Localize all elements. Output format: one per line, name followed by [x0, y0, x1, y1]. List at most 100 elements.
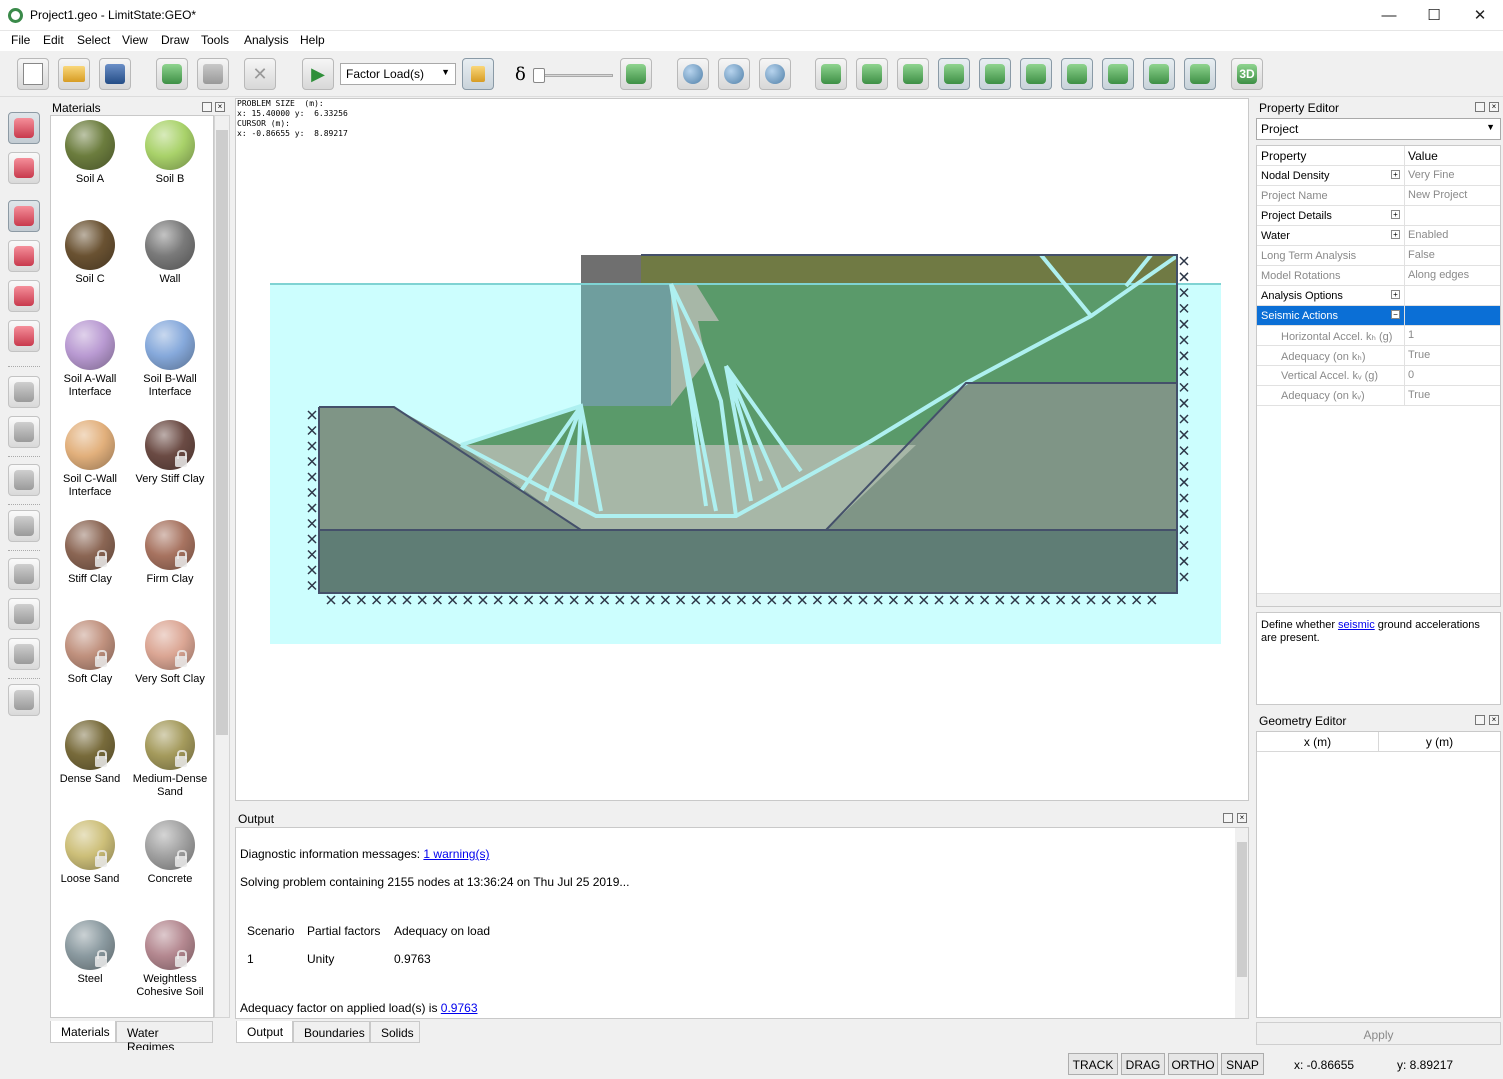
draw-anchor-button[interactable]	[8, 638, 40, 670]
material-item[interactable]: Soil C-Wall Interface	[51, 420, 130, 499]
tab-output[interactable]: Output	[236, 1021, 293, 1043]
drag-toggle[interactable]: DRAG	[1121, 1053, 1165, 1075]
material-item[interactable]: Soil C	[51, 220, 130, 286]
property-hscrollbar[interactable]	[1257, 593, 1500, 606]
apply-button[interactable]: Apply	[1256, 1022, 1501, 1045]
drawing-canvas[interactable]	[235, 98, 1249, 801]
snap-toggle[interactable]: SNAP	[1221, 1053, 1264, 1075]
menu-tools[interactable]: Tools	[201, 33, 229, 47]
material-item[interactable]: Medium-Dense Sand	[130, 720, 210, 799]
menu-file[interactable]: File	[11, 33, 30, 47]
load-mode-select[interactable]: Factor Load(s) ▼	[340, 63, 456, 85]
menu-draw[interactable]: Draw	[161, 33, 189, 47]
zoom-in-button[interactable]	[718, 58, 750, 90]
property-row[interactable]: Horizontal Accel. kₕ (g) 1	[1257, 326, 1500, 346]
deformation-slider-thumb[interactable]	[533, 68, 545, 83]
draw-polygon-button[interactable]	[8, 416, 40, 448]
expand-icon[interactable]: +	[1391, 170, 1400, 179]
expand-icon[interactable]: +	[1391, 290, 1400, 299]
view-supports-button[interactable]	[1184, 58, 1216, 90]
material-item[interactable]: Very Stiff Clay	[130, 420, 210, 486]
material-item[interactable]: Soil A	[51, 120, 130, 186]
view-boundaries-button[interactable]	[938, 58, 970, 90]
view-solids-button[interactable]	[815, 58, 847, 90]
output-scroll-thumb[interactable]	[1237, 842, 1247, 977]
property-row[interactable]: Model Rotations Along edges	[1257, 266, 1500, 286]
rotate-tool-button[interactable]	[8, 320, 40, 352]
ortho-toggle[interactable]: ORTHO	[1168, 1053, 1218, 1075]
expand-icon[interactable]: +	[1391, 230, 1400, 239]
close-panel-button[interactable]: ×	[1237, 813, 1247, 823]
tab-materials[interactable]: Materials	[50, 1021, 116, 1043]
property-row[interactable]: Project Name New Project	[1257, 186, 1500, 206]
view-mechanism-button[interactable]	[1102, 58, 1134, 90]
float-panel-button[interactable]	[1223, 813, 1233, 823]
tab-boundaries[interactable]: Boundaries	[293, 1021, 370, 1043]
material-item[interactable]: Firm Clay	[130, 520, 210, 586]
redo-button[interactable]	[197, 58, 229, 90]
float-panel-button[interactable]	[202, 102, 212, 112]
close-panel-button[interactable]: ×	[215, 102, 225, 112]
view-loads-button[interactable]	[1061, 58, 1093, 90]
property-row-selected[interactable]: Seismic Actions −	[1257, 306, 1500, 326]
material-item[interactable]: Soil B-Wall Interface	[130, 320, 210, 399]
view-mesh-button[interactable]	[979, 58, 1011, 90]
draw-line-button[interactable]	[8, 464, 40, 496]
material-item[interactable]: Loose Sand	[51, 820, 130, 886]
material-item[interactable]: Very Soft Clay	[130, 620, 210, 686]
menu-edit[interactable]: Edit	[43, 33, 64, 47]
material-item[interactable]: Dense Sand	[51, 720, 130, 786]
view-grid-button[interactable]	[856, 58, 888, 90]
float-panel-button[interactable]	[1475, 715, 1485, 725]
pointer-tool-button[interactable]	[8, 200, 40, 232]
property-row[interactable]: Analysis Options +	[1257, 286, 1500, 306]
tab-water-regimes[interactable]: Water Regimes	[116, 1021, 213, 1054]
property-row[interactable]: Vertical Accel. kᵥ (g) 0	[1257, 366, 1500, 386]
pan-tool-button[interactable]	[8, 280, 40, 312]
material-item[interactable]: Weightless Cohesive Soil	[130, 920, 210, 999]
draw-load-button[interactable]	[8, 684, 40, 716]
property-row[interactable]: Project Details +	[1257, 206, 1500, 226]
view-deformed-button[interactable]	[1020, 58, 1052, 90]
draw-solid-button[interactable]	[8, 558, 40, 590]
material-item[interactable]: Wall	[130, 220, 210, 286]
materials-scroll-thumb[interactable]	[216, 130, 228, 735]
box-select-tool-button[interactable]	[8, 152, 40, 184]
zoom-out-button[interactable]	[759, 58, 791, 90]
collapse-icon[interactable]: −	[1391, 310, 1400, 319]
object-select[interactable]: Project ▼	[1256, 118, 1501, 140]
save-button[interactable]	[99, 58, 131, 90]
menu-help[interactable]: Help	[300, 33, 325, 47]
draw-node-button[interactable]	[8, 510, 40, 542]
delete-button[interactable]: ✕	[244, 58, 276, 90]
menu-select[interactable]: Select	[77, 33, 110, 47]
zoom-fit-button[interactable]	[677, 58, 709, 90]
maximize-button[interactable]: ☐	[1411, 0, 1457, 30]
geometry-view[interactable]	[236, 99, 1249, 801]
float-panel-button[interactable]	[1475, 102, 1485, 112]
menu-analysis[interactable]: Analysis	[244, 33, 289, 47]
new-file-button[interactable]	[17, 58, 49, 90]
property-row[interactable]: Adequacy (on kᵥ) True	[1257, 386, 1500, 406]
zoom-tool-button[interactable]	[8, 240, 40, 272]
adequacy-link[interactable]: 0.9763	[441, 1001, 478, 1015]
deformation-slider[interactable]	[535, 74, 613, 77]
close-panel-button[interactable]: ×	[1489, 715, 1499, 725]
property-row[interactable]: Water + Enabled	[1257, 226, 1500, 246]
open-file-button[interactable]	[58, 58, 90, 90]
close-panel-button[interactable]: ×	[1489, 102, 1499, 112]
material-item[interactable]: Soil A-Wall Interface	[51, 320, 130, 399]
material-item[interactable]: Stiff Clay	[51, 520, 130, 586]
minimize-button[interactable]: —	[1366, 0, 1412, 30]
view-nodes-button[interactable]	[897, 58, 929, 90]
draw-rectangle-button[interactable]	[8, 376, 40, 408]
animate-button[interactable]	[620, 58, 652, 90]
view-water-button[interactable]	[1143, 58, 1175, 90]
property-row[interactable]: Nodal Density + Very Fine	[1257, 166, 1500, 186]
draw-wall-button[interactable]	[8, 598, 40, 630]
select-tool-button[interactable]	[8, 112, 40, 144]
tab-solids[interactable]: Solids	[370, 1021, 420, 1043]
warnings-link[interactable]: 1 warning(s)	[423, 847, 489, 861]
seismic-link[interactable]: seismic	[1338, 619, 1375, 631]
solve-button[interactable]: ▶	[302, 58, 334, 90]
